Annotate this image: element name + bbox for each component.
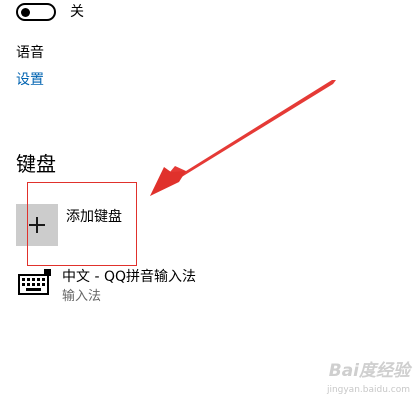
toggle-knob [21,8,30,17]
keyboard-icon [18,269,51,295]
toggle-switch[interactable] [16,3,56,21]
watermark-site: jingyan.baidu.com [326,385,410,395]
language-label: 语音 [16,45,44,61]
settings-link[interactable]: 设置 [16,71,44,89]
keyboard-item-type: 输入法 [62,289,102,304]
annotation-highlight-box [27,182,137,266]
keyboard-list-item[interactable]: 中文 - QQ拼音输入法 输入法 [16,265,316,309]
keyboard-item-name: 中文 - QQ拼音输入法 [62,269,196,285]
watermark-logo: Bai度经验 [328,361,410,381]
watermark: Bai度经验 jingyan.baidu.com [300,360,410,400]
keyboard-section-heading: 键盘 [16,152,56,176]
toggle-label: 关 [70,4,84,20]
